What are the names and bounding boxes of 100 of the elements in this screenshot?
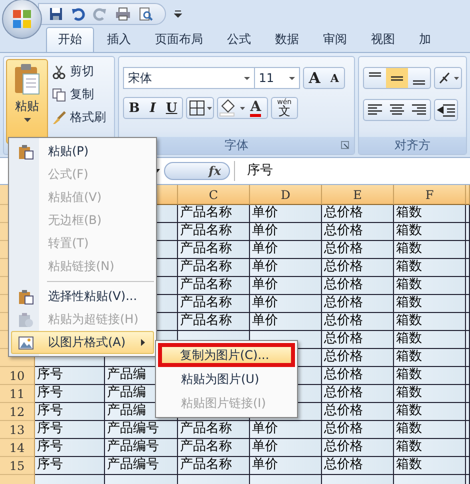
table-cell: 产品名称: [178, 439, 250, 457]
table-cell: 产品名称: [178, 313, 250, 331]
shrink-font-button[interactable]: A: [325, 68, 344, 88]
ribbon-tab[interactable]: 审阅: [312, 28, 358, 52]
table-cell: 序号: [35, 367, 105, 385]
ribbon-tab[interactable]: 页面布局: [144, 28, 214, 52]
clipboard-icon: [18, 288, 34, 304]
menu-item[interactable]: 以图片格式(A): [11, 331, 154, 354]
bold-button[interactable]: B: [124, 98, 145, 118]
column-header[interactable]: [466, 185, 470, 205]
table-cell: 序号: [35, 385, 105, 403]
formula-field[interactable]: 序号: [234, 161, 470, 181]
picture-icon: [18, 334, 34, 350]
column-header[interactable]: F: [394, 185, 466, 205]
table-cell: 箱数: [394, 457, 466, 475]
table-cell: 产品名称: [178, 241, 250, 259]
insert-function-button[interactable]: fx: [164, 162, 230, 180]
copy-button[interactable]: 复制: [52, 86, 106, 103]
submenu-arrow-icon: [141, 339, 145, 346]
grow-font-button[interactable]: A: [304, 68, 326, 88]
table-cell: 单价: [250, 295, 322, 313]
table-cell: 箱数: [394, 421, 466, 439]
row-header[interactable]: 14: [0, 439, 35, 457]
table-cell: 序号: [35, 457, 105, 475]
table-cell: 总价格: [322, 223, 394, 241]
dialog-launcher-icon[interactable]: [341, 141, 349, 149]
font-name-field[interactable]: 宋体: [122, 67, 255, 89]
table-cell: 单价: [250, 277, 322, 295]
row-header[interactable]: 15: [0, 457, 35, 475]
ribbon-tab[interactable]: 加: [408, 28, 442, 52]
table-cell: 总价格: [322, 331, 394, 349]
font-color-button[interactable]: A: [250, 100, 262, 116]
table-cell: 箱数: [394, 331, 466, 349]
table-cell: 单价: [250, 421, 322, 439]
ribbon-tab[interactable]: 插入: [96, 28, 142, 52]
ribbon-tab[interactable]: 公式: [216, 28, 262, 52]
table-cell: 总价格: [322, 313, 394, 331]
column-header[interactable]: E: [322, 185, 394, 205]
row-header[interactable]: 10: [0, 367, 35, 385]
table-cell: 箱数: [394, 277, 466, 295]
table-cell: 产品名称: [178, 223, 250, 241]
group-label: 对齐方: [394, 137, 430, 154]
column-header[interactable]: C: [178, 185, 250, 205]
table-cell: 单价: [250, 223, 322, 241]
table-cell: 箱数: [394, 223, 466, 241]
clipboard-icon: [13, 63, 41, 95]
table-cell: 产品名称: [178, 205, 250, 223]
table-cell: 箱数: [394, 313, 466, 331]
table-cell: 总价格: [322, 403, 394, 421]
table-cell: 箱数: [394, 295, 466, 313]
clipboard-icon: [18, 144, 34, 160]
table-cell: 箱数: [394, 403, 466, 421]
column-header[interactable]: D: [250, 185, 322, 205]
table-cell: 总价格: [322, 385, 394, 403]
table-cell: 箱数: [394, 439, 466, 457]
paste-button[interactable]: 粘贴: [6, 59, 48, 144]
cut-button[interactable]: 剪切: [52, 63, 106, 80]
table-cell: 单价: [250, 205, 322, 223]
menu-item[interactable]: 复制为图片(C)...: [158, 343, 295, 367]
row-header[interactable]: 13: [0, 421, 35, 439]
printer-icon[interactable]: [115, 7, 131, 21]
table-cell: 箱数: [394, 241, 466, 259]
table-cell: 单价: [250, 241, 322, 259]
table-cell: 序号: [35, 439, 105, 457]
menu-item[interactable]: 选择性粘贴(V)...: [11, 285, 154, 308]
office-button[interactable]: [2, 0, 42, 39]
save-icon[interactable]: [49, 7, 63, 21]
row-header[interactable]: 11: [0, 385, 35, 403]
ribbon-tab[interactable]: 数据: [264, 28, 310, 52]
borders-icon[interactable]: [187, 98, 214, 118]
undo-icon[interactable]: [71, 7, 85, 21]
table-cell: 单价: [250, 259, 322, 277]
ribbon-tab[interactable]: 视图: [360, 28, 406, 52]
table-cell: 箱数: [394, 259, 466, 277]
table-cell: 产品编号: [105, 421, 178, 439]
font-size-field[interactable]: 11: [254, 67, 300, 89]
table-cell: 总价格: [322, 349, 394, 367]
dropdown-caret-icon: [24, 118, 30, 122]
table-cell: 总价格: [322, 295, 394, 313]
underline-button[interactable]: U: [160, 98, 182, 118]
table-cell: 箱数: [394, 349, 466, 367]
preview-icon[interactable]: [139, 7, 153, 21]
table-cell: 总价格: [322, 367, 394, 385]
table-cell: 产品编号: [105, 439, 178, 457]
table-cell: 产品编号: [105, 457, 178, 475]
customize-caret-icon[interactable]: [174, 10, 182, 18]
table-cell: 单价: [250, 313, 322, 331]
table-cell: 单价: [250, 439, 322, 457]
scissors-icon: [52, 64, 66, 78]
clipboard-icon: [18, 312, 34, 328]
table-cell: 序号: [35, 403, 105, 421]
table-cell: 箱数: [394, 385, 466, 403]
table-cell: 总价格: [322, 205, 394, 223]
italic-button[interactable]: I: [144, 98, 161, 118]
table-cell: 总价格: [322, 259, 394, 277]
table-cell: 总价格: [322, 421, 394, 439]
vertical-align-icon[interactable]: [386, 68, 408, 88]
ribbon-tab[interactable]: 开始: [46, 27, 94, 52]
row-header[interactable]: 12: [0, 403, 35, 421]
brush-button[interactable]: 格式刷: [52, 109, 106, 126]
